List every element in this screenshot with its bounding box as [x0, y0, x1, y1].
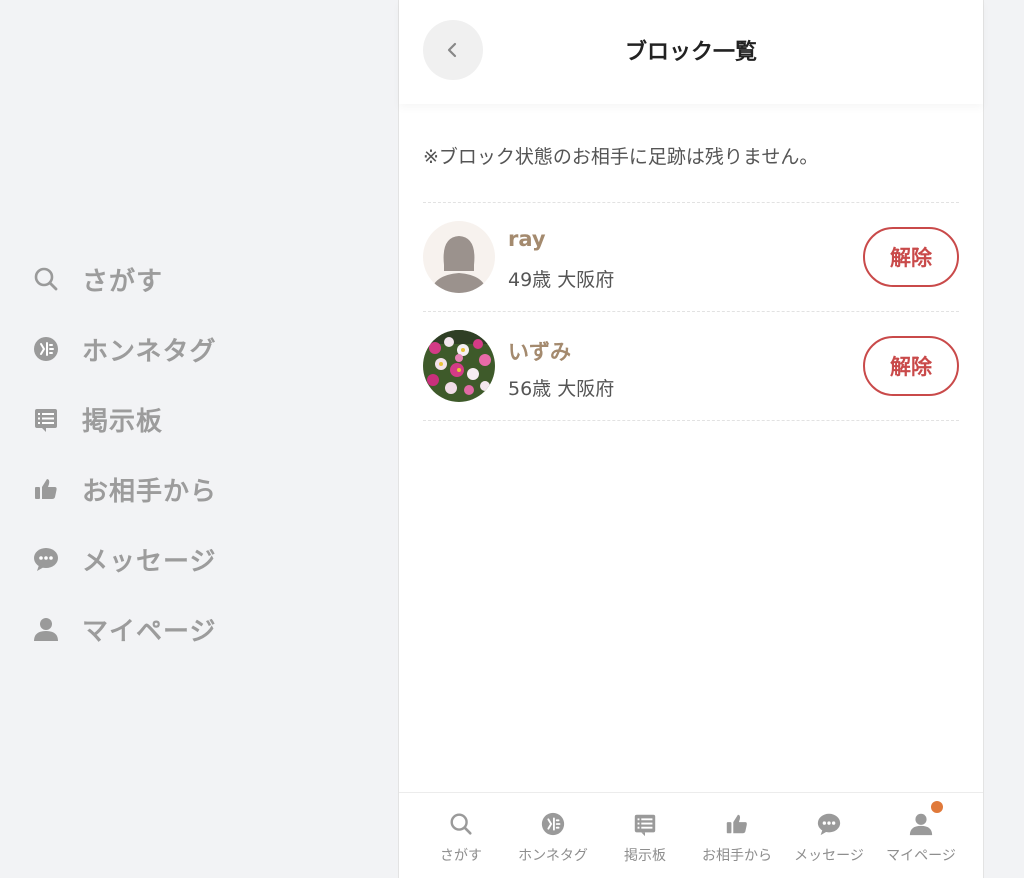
thumbs-up-icon: [726, 814, 747, 834]
side-nav-item-messages[interactable]: メッセージ: [32, 524, 332, 594]
tab-label: さがす: [440, 848, 482, 864]
chat-bubble-icon: [817, 813, 841, 836]
tab-from-partner[interactable]: お相手から: [691, 793, 783, 878]
side-nav-item-board[interactable]: 掲示板: [32, 384, 332, 454]
side-nav-label: メッセージ: [82, 546, 217, 577]
side-nav-item-mypage[interactable]: マイページ: [32, 594, 332, 664]
tab-search[interactable]: さがす: [415, 793, 507, 878]
tag-icon: [541, 812, 565, 836]
block-list-panel: ブロック一覧 ※ブロック状態のお相手に足跡は残りません。 ray 49歳 大阪府…: [398, 0, 984, 878]
unblock-button[interactable]: 解除: [863, 336, 959, 396]
tab-label: ホンネタグ: [518, 848, 588, 864]
unblock-button[interactable]: 解除: [863, 227, 959, 287]
board-icon: [32, 405, 60, 433]
bottom-tab-bar: さがす ホンネタグ 掲示板 お相手から メッセージ マイページ: [399, 792, 983, 878]
list-item: ray 49歳 大阪府 解除: [423, 203, 959, 312]
thumbs-up-icon: [32, 475, 60, 503]
flower-photo-avatar: [423, 330, 495, 402]
board-icon: [634, 814, 656, 837]
user-meta: 56歳 大阪府: [508, 374, 614, 401]
user-name[interactable]: いずみ: [508, 336, 571, 366]
side-nav-label: さがす: [82, 266, 164, 297]
avatar[interactable]: [423, 221, 495, 293]
search-icon: [450, 813, 472, 835]
side-nav-label: ホンネタグ: [82, 336, 217, 367]
search-icon: [32, 265, 60, 293]
tag-icon: [32, 335, 60, 363]
blocked-user-list: ray 49歳 大阪府 解除 いずみ 56歳 大阪府 解除: [423, 202, 959, 421]
user-age: 49歳: [508, 269, 552, 291]
tab-board[interactable]: 掲示板: [599, 793, 691, 878]
user-name[interactable]: ray: [508, 227, 546, 251]
header: ブロック一覧: [399, 0, 983, 104]
tab-mypage[interactable]: マイページ: [875, 793, 967, 878]
side-nav-label: お相手から: [82, 476, 218, 507]
user-meta: 49歳 大阪府: [508, 265, 614, 292]
avatar[interactable]: [423, 330, 495, 402]
footprint-notice: ※ブロック状態のお相手に足跡は残りません。: [423, 146, 819, 168]
side-nav-item-tags[interactable]: ホンネタグ: [32, 314, 332, 384]
side-navigation: さがす ホンネタグ 掲示板 お相手から メッセージ マイページ: [32, 244, 332, 664]
tab-label: メッセージ: [794, 848, 864, 864]
side-nav-item-search[interactable]: さがす: [32, 244, 332, 314]
tab-tags[interactable]: ホンネタグ: [507, 793, 599, 878]
side-nav-label: 掲示板: [82, 406, 164, 437]
tab-label: お相手から: [702, 848, 772, 864]
user-location: 大阪府: [557, 269, 615, 291]
tab-label: マイページ: [886, 848, 956, 864]
tab-messages[interactable]: メッセージ: [783, 793, 875, 878]
user-age: 56歳: [508, 378, 552, 400]
user-location: 大阪府: [557, 378, 615, 400]
list-item: いずみ 56歳 大阪府 解除: [423, 312, 959, 421]
person-icon: [909, 813, 933, 836]
chat-bubble-icon: [32, 545, 60, 573]
default-avatar-icon: [423, 221, 495, 293]
notification-dot: [931, 801, 943, 813]
page-title: ブロック一覧: [624, 40, 757, 65]
tab-label: 掲示板: [624, 848, 666, 864]
side-nav-label: マイページ: [82, 616, 217, 647]
side-nav-item-from-partner[interactable]: お相手から: [32, 454, 332, 524]
person-icon: [32, 615, 60, 643]
